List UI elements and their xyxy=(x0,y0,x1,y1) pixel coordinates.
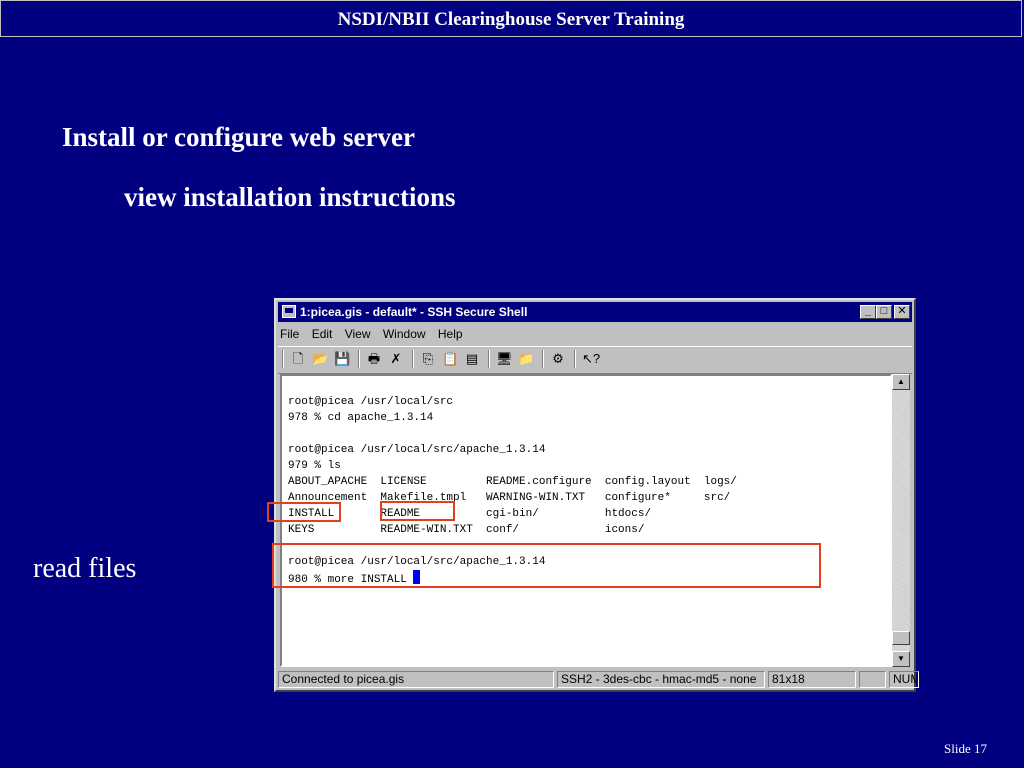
scroll-down-button[interactable]: ▼ xyxy=(892,651,910,667)
menu-edit[interactable]: Edit xyxy=(312,327,333,341)
terminal-area[interactable]: root@picea /usr/local/src 978 % cd apach… xyxy=(280,374,892,667)
maximize-button[interactable]: □ xyxy=(876,305,892,319)
terminal-line: ABOUT_APACHE LICENSE README.configure co… xyxy=(288,476,737,488)
settings-icon[interactable]: 📁 xyxy=(518,351,534,367)
slide-number: Slide 17 xyxy=(944,741,987,756)
status-connection: Connected to picea.gis xyxy=(278,671,554,688)
open-folder-icon[interactable]: 📂 xyxy=(312,351,328,367)
scroll-up-button[interactable]: ▲ xyxy=(892,374,910,390)
status-num: NUM xyxy=(889,671,919,688)
paste-alt-icon[interactable]: ▤ xyxy=(464,351,480,367)
arrow-up-icon: ▲ xyxy=(897,377,905,386)
new-file-icon[interactable]: 🗋 xyxy=(290,351,306,367)
scroll-thumb[interactable] xyxy=(892,631,910,645)
status-blank xyxy=(859,671,886,688)
save-icon[interactable]: 💾 xyxy=(334,351,350,367)
window-titlebar[interactable]: 1:picea.gis - default* - SSH Secure Shel… xyxy=(278,302,912,322)
menu-help[interactable]: Help xyxy=(438,327,463,341)
status-bar: Connected to picea.gis SSH2 - 3des-cbc -… xyxy=(278,669,919,689)
window-title: 1:picea.gis - default* - SSH Secure Shel… xyxy=(300,305,528,319)
menu-view[interactable]: View xyxy=(345,327,371,341)
close-icon: ✕ xyxy=(897,305,907,317)
terminal-line: KEYS README-WIN.TXT conf/ icons/ xyxy=(288,524,645,536)
minimize-button[interactable]: _ xyxy=(860,305,876,319)
toolbar-separator xyxy=(358,350,360,368)
vertical-scrollbar[interactable]: ▲ ▼ xyxy=(892,374,910,667)
slide-subheading: view installation instructions xyxy=(124,182,456,212)
terminal-line: 978 % cd apache_1.3.14 xyxy=(288,412,434,424)
copy-icon[interactable]: ⎘ xyxy=(420,351,436,367)
close-button[interactable]: ✕ xyxy=(894,305,910,319)
paste-icon[interactable]: 📋 xyxy=(442,351,458,367)
toolbar-separator xyxy=(282,350,284,368)
status-cipher: SSH2 - 3des-cbc - hmac-md5 - none xyxy=(557,671,765,688)
readme-highlight-box xyxy=(380,501,455,521)
arrow-down-icon: ▼ xyxy=(897,654,905,663)
slide-heading: Install or configure web server xyxy=(62,122,415,152)
toolbar: 🗋 📂 💾 🖶 ✗ ⎘ 📋 ▤ 🖥 📁 ⚙ ↖? xyxy=(278,346,912,374)
disconnect-icon[interactable]: ✗ xyxy=(388,351,404,367)
toolbar-separator xyxy=(488,350,490,368)
ssh-client-window: 1:picea.gis - default* - SSH Secure Shel… xyxy=(274,298,919,692)
minimize-icon: _ xyxy=(864,305,872,317)
terminal-line: 979 % ls xyxy=(288,460,341,472)
status-size: 81x18 xyxy=(768,671,856,688)
menu-window[interactable]: Window xyxy=(383,327,426,341)
print-icon[interactable]: 🖶 xyxy=(366,351,382,367)
maximize-icon: □ xyxy=(880,305,888,317)
profile-icon[interactable]: 🖥 xyxy=(496,351,513,367)
toolbar-separator xyxy=(542,350,544,368)
terminal-line: INSTALL README cgi-bin/ htdocs/ xyxy=(288,508,652,520)
toolbar-separator xyxy=(412,350,414,368)
toolbar-separator xyxy=(574,350,576,368)
read-files-label: read files xyxy=(33,553,137,584)
keys-icon[interactable]: ⚙ xyxy=(550,351,566,367)
terminal-line: root@picea /usr/local/src xyxy=(288,396,454,408)
slide-header: NSDI/NBII Clearinghouse Server Training xyxy=(0,0,1022,37)
install-highlight-box xyxy=(267,502,341,522)
help-icon[interactable]: ↖? xyxy=(582,351,600,367)
command-highlight-box xyxy=(272,543,821,588)
terminal-line: root@picea /usr/local/src/apache_1.3.14 xyxy=(288,444,546,456)
menu-bar: File Edit View Window Help xyxy=(280,324,472,344)
ssh-app-icon[interactable] xyxy=(282,305,296,318)
menu-file[interactable]: File xyxy=(280,327,299,341)
terminal-line: Announcement Makefile.tmpl WARNING-WIN.T… xyxy=(288,492,731,504)
